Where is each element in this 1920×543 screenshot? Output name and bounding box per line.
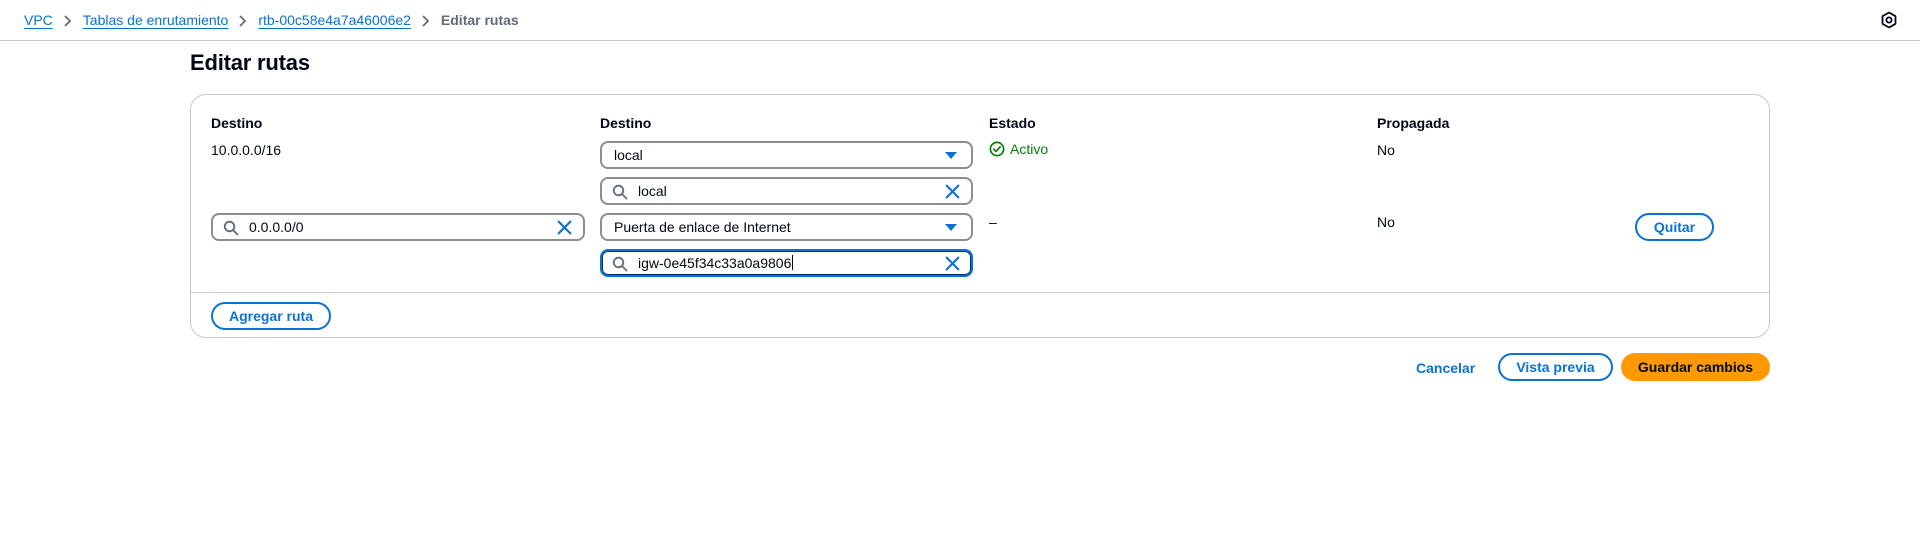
row1-target-search-input[interactable]: local [600,177,973,205]
row1-status: Activo [989,141,1048,157]
search-icon [223,220,239,236]
breadcrumb-vpc[interactable]: VPC [24,12,53,28]
column-header-destination: Destino [211,115,263,131]
column-header-propagated: Propagada [1377,115,1450,131]
row1-propagated: No [1377,142,1395,158]
remove-route-button[interactable]: Quitar [1635,213,1714,241]
breadcrumb-current: Editar rutas [440,12,519,28]
panel-divider [191,292,1769,293]
text-cursor [792,255,794,270]
page-title: Editar rutas [190,50,310,75]
row2-target-search-field: igw-0e45f34c33a0a9806 [638,255,794,271]
search-icon [612,256,628,272]
breadcrumb: VPC Tablas de enrutamiento rtb-00c58e4a7… [24,12,519,28]
clear-icon[interactable] [944,183,961,200]
cancel-button[interactable]: Cancelar [1416,360,1475,376]
routes-editor-panel: Destino Destino Estado Propagada 10.0.0.… [190,94,1770,338]
success-check-icon [989,141,1005,157]
settings-hexagon-icon[interactable] [1880,11,1898,29]
caret-down-icon[interactable] [945,152,957,159]
chevron-right-icon [53,12,83,28]
clear-icon[interactable] [556,219,573,236]
breadcrumb-route-table-id[interactable]: rtb-00c58e4a7a46006e2 [258,12,411,28]
row2-destination-value: 0.0.0.0/0 [249,219,304,235]
column-header-status: Estado [989,115,1036,131]
row1-target-select[interactable]: local [600,141,973,169]
top-navigation-bar: VPC Tablas de enrutamiento rtb-00c58e4a7… [0,0,1920,41]
breadcrumb-route-tables[interactable]: Tablas de enrutamiento [83,12,229,28]
row2-target-select-value: Puerta de enlace de Internet [614,219,791,235]
row2-propagated: No [1377,214,1395,230]
row1-status-text: Activo [1010,141,1049,157]
add-route-button[interactable]: Agregar ruta [211,302,331,330]
chevron-right-icon [228,12,258,28]
clear-icon[interactable] [944,255,961,272]
row2-status: – [989,214,997,230]
caret-down-icon[interactable] [945,224,957,231]
row2-target-select[interactable]: Puerta de enlace de Internet [600,213,973,241]
row1-target-select-value: local [614,147,643,163]
search-icon [612,184,628,200]
chevron-right-icon [411,12,441,28]
row1-destination: 10.0.0.0/16 [211,142,282,158]
preview-button[interactable]: Vista previa [1498,353,1613,381]
save-changes-button[interactable]: Guardar cambios [1621,353,1770,381]
row2-destination-input[interactable]: 0.0.0.0/0 [211,213,585,241]
row1-target-search-value: local [638,183,667,199]
row2-target-search-value: igw-0e45f34c33a0a9806 [638,255,792,271]
row2-target-search-input[interactable]: igw-0e45f34c33a0a9806 [600,249,973,277]
column-header-target: Destino [600,115,652,131]
